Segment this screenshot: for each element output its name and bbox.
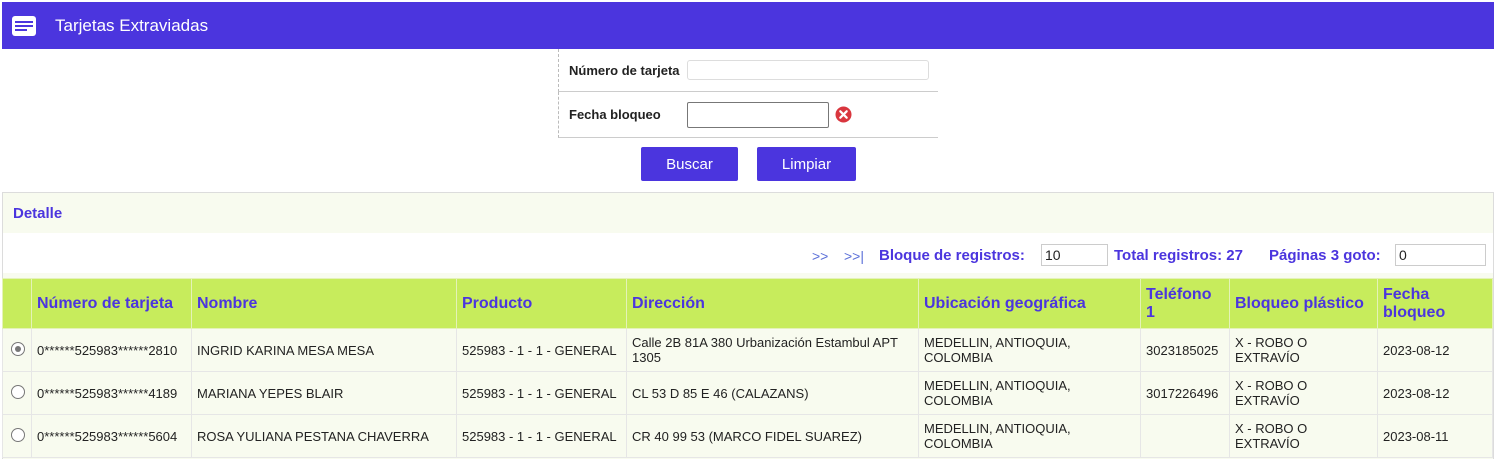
row-select-radio[interactable] (11, 384, 25, 399)
product-cell: 525983 - 1 - 1 - GENERAL (456, 414, 627, 458)
table-row[interactable]: 0******525983******5604 ROSA YULIANA PES… (2, 414, 1493, 458)
table-header-row: Número de tarjeta Nombre Producto Direcc… (2, 278, 1493, 329)
pages-goto-label: Páginas 3 goto: (1269, 247, 1381, 264)
name-cell: MARIANA YEPES BLAIR (191, 371, 457, 415)
page-title: Tarjetas Extraviadas (55, 15, 209, 35)
block-type-cell: X - ROBO O EXTRAVÍO (1229, 414, 1378, 458)
detail-title: Detalle (13, 205, 63, 222)
search-button[interactable]: Buscar (641, 147, 738, 181)
address-cell: Calle 2B 81A 380 Urbanización Estambul A… (626, 328, 919, 372)
clear-date-icon[interactable] (835, 106, 852, 123)
card-number-cell: 0******525983******5604 (31, 414, 192, 458)
next-page-link[interactable]: >> (812, 248, 828, 264)
block-date-label: Fecha bloqueo (569, 107, 661, 122)
block-date-input[interactable] (687, 101, 829, 128)
block-date-cell: 2023-08-12 (1377, 371, 1493, 415)
block-date-cell: 2023-08-11 (1377, 414, 1493, 458)
last-page-link[interactable]: >>| (844, 248, 864, 264)
block-size-label: Bloque de registros: (879, 247, 1025, 264)
clear-button[interactable]: Limpiar (757, 147, 856, 181)
row-select-radio[interactable] (11, 427, 25, 442)
column-header[interactable]: Nombre (191, 278, 457, 329)
column-header[interactable]: Teléfono 1 (1140, 278, 1230, 329)
phone-cell: 3017226496 (1140, 371, 1230, 415)
column-header[interactable]: Dirección (626, 278, 919, 329)
column-header[interactable]: Producto (456, 278, 627, 329)
card-number-cell: 0******525983******2810 (31, 328, 192, 372)
address-cell: CL 53 D 85 E 46 (CALAZANS) (626, 371, 919, 415)
card-number-row: Número de tarjeta (558, 49, 938, 92)
location-cell: MEDELLIN, ANTIOQUIA, COLOMBIA (918, 414, 1141, 458)
name-cell: ROSA YULIANA PESTANA CHAVERRA (191, 414, 457, 458)
block-size-input[interactable]: 10 (1041, 244, 1108, 266)
table-row[interactable]: 0******525983******4189 MARIANA YEPES BL… (2, 371, 1493, 415)
table-row[interactable]: 0******525983******2810 INGRID KARINA ME… (2, 328, 1493, 372)
product-cell: 525983 - 1 - 1 - GENERAL (456, 328, 627, 372)
phone-cell (1140, 414, 1230, 458)
address-cell: CR 40 99 53 (MARCO FIDEL SUAREZ) (626, 414, 919, 458)
card-number-input[interactable] (687, 60, 929, 80)
card-number-label: Número de tarjeta (569, 62, 680, 78)
search-form: Número de tarjeta Fecha bloqueo (558, 49, 938, 138)
block-type-cell: X - ROBO O EXTRAVÍO (1229, 328, 1378, 372)
select-column-header (2, 278, 32, 329)
card-number-cell: 0******525983******4189 (31, 371, 192, 415)
column-header[interactable]: Ubicación geográfica (918, 278, 1141, 329)
block-type-cell: X - ROBO O EXTRAVÍO (1229, 371, 1378, 415)
column-header[interactable]: Número de tarjeta (31, 278, 192, 329)
pagination-bar: >> >>| Bloque de registros: 10 Total reg… (3, 233, 1493, 273)
name-cell: INGRID KARINA MESA MESA (191, 328, 457, 372)
location-cell: MEDELLIN, ANTIOQUIA, COLOMBIA (918, 328, 1141, 372)
column-header[interactable]: Bloqueo plástico (1229, 278, 1378, 329)
goto-page-input[interactable]: 0 (1395, 244, 1486, 266)
row-select-radio[interactable] (11, 341, 25, 356)
location-cell: MEDELLIN, ANTIOQUIA, COLOMBIA (918, 371, 1141, 415)
card-list-icon (12, 15, 36, 36)
block-date-cell: 2023-08-12 (1377, 328, 1493, 372)
product-cell: 525983 - 1 - 1 - GENERAL (456, 371, 627, 415)
phone-cell: 3023185025 (1140, 328, 1230, 372)
total-records-label: Total registros: 27 (1114, 247, 1243, 264)
column-header[interactable]: Fecha bloqueo (1377, 278, 1493, 329)
title-bar: Tarjetas Extraviadas (2, 2, 1494, 49)
results-table: Número de tarjeta Nombre Producto Direcc… (2, 278, 1493, 458)
block-date-row: Fecha bloqueo (558, 92, 938, 138)
